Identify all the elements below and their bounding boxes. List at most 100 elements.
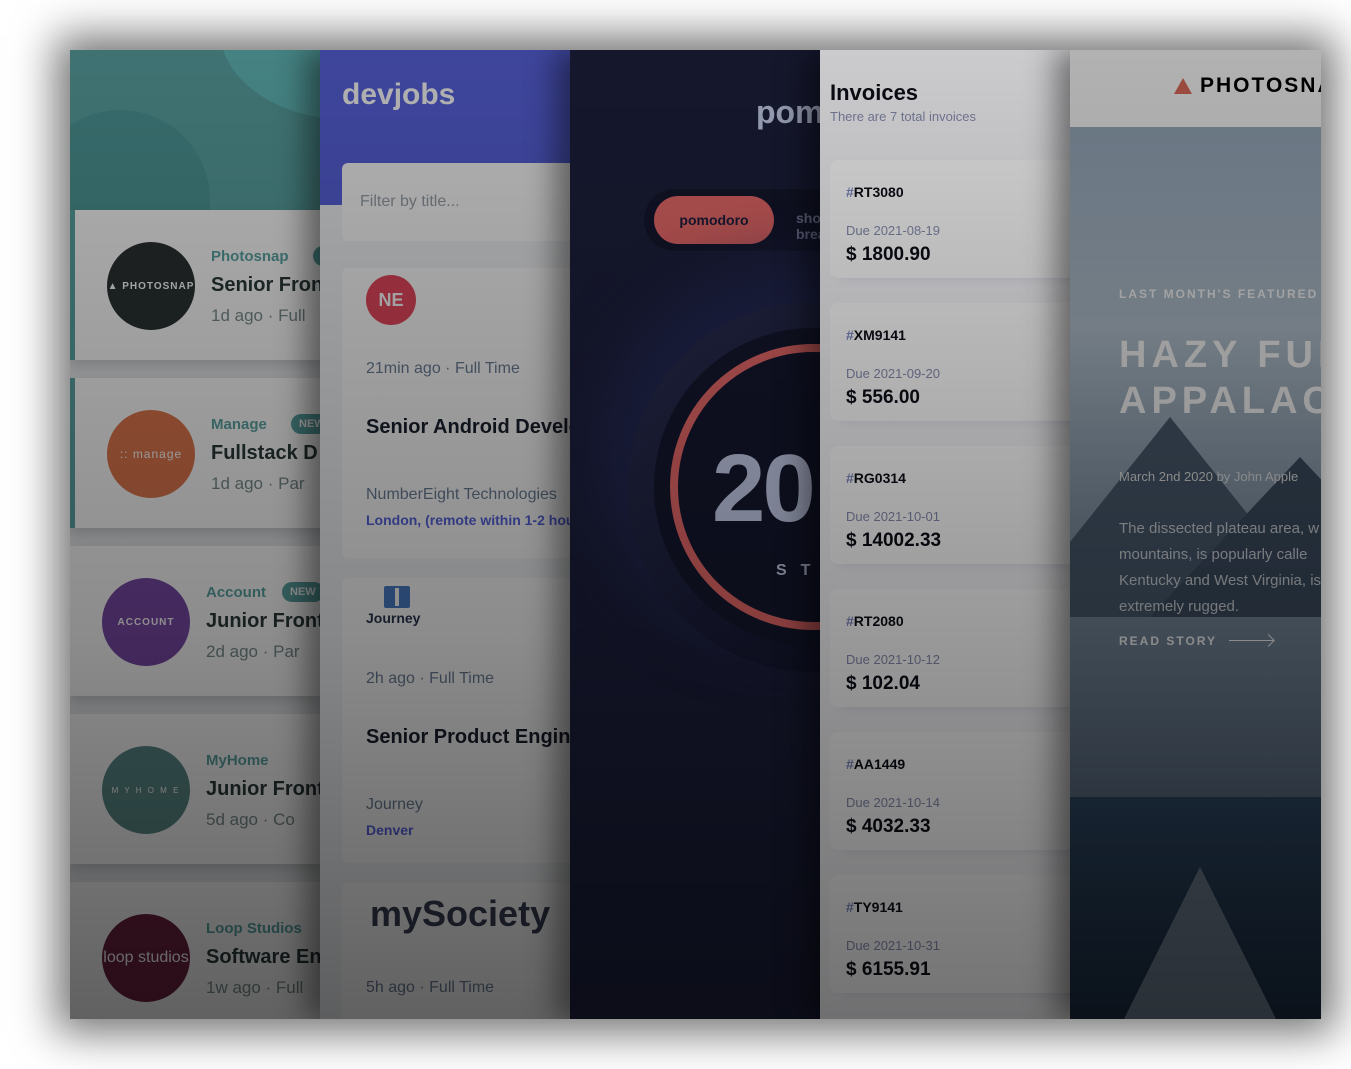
photosnap-panel: PHOTOSNAP LAST MONTH'S FEATURED S HAZY F… [1070,50,1321,1019]
invoice-amount: $ 1800.90 [846,244,931,265]
company-name: Manage [211,416,267,433]
invoice-id: #AA1449 [846,756,906,772]
job-listings-header [70,50,320,210]
job-position[interactable]: Junior Front [206,778,320,801]
invoice-count: There are 7 total invoices [830,109,976,124]
featured-label: LAST MONTH'S FEATURED S [1119,287,1321,301]
new-badge: NEW [291,414,320,434]
invoice-amount: $ 4032.33 [846,816,931,837]
header-decoration [220,50,320,120]
tab-pomodoro[interactable]: pomodoro [654,196,774,244]
filter-placeholder: Filter by title... [360,193,460,210]
job-meta: 21min ago · Full Time [366,360,520,377]
invoice-due: Due 2021-10-14 [846,795,940,810]
invoice-card[interactable]: #RG0314 Due 2021-10-01 $ 14002.33 [830,446,1070,564]
job-location: Denver [366,822,414,838]
company-logo: :: manage [107,410,195,498]
job-position[interactable]: Software En [206,946,320,969]
job-card-account[interactable]: ACCOUNT Account NEW Junior Front 2d ago … [70,546,320,696]
devjobs-logo[interactable]: devjobs [342,78,455,112]
arrow-right-icon[interactable] [1229,640,1273,641]
tab-short-break[interactable]: short break [796,210,820,242]
job-meta: 1w ago · Full [206,978,304,997]
story-title-line: HAZY FUL [1119,334,1321,376]
job-listings-panel: ▲ PHOTOSNAP Photosnap N Senior Fron 1d a… [70,50,320,1019]
company-name: Loop Studios [206,920,302,937]
company-name: Account [206,584,266,601]
invoice-card[interactable]: #RT2080 Due 2021-10-12 $ 102.04 [830,589,1070,707]
job-title[interactable]: Senior Android Develo [366,416,570,439]
invoice-due: Due 2021-09-20 [846,366,940,381]
job-title[interactable]: Senior Product Engine [366,726,570,749]
company-name: MyHome [206,752,269,769]
company-logo: M Y H O M E [102,746,190,834]
job-meta: 5h ago · Full Time [366,979,495,996]
filter-input[interactable]: Filter by title... [342,163,570,241]
new-badge: NEW [282,582,320,602]
story-description: The dissected plateau area, w mountains,… [1119,520,1321,615]
job-card-loop-studios[interactable]: loop studios Loop Studios Software En 1w… [70,882,320,1019]
journey-logo: Journey [362,586,432,636]
page-title: Invoices [830,80,919,105]
job-position[interactable]: Senior Fron [211,274,320,297]
company-name: Journey [366,796,423,813]
company-logo: ACCOUNT [102,578,190,666]
job-card[interactable]: NE 21min ago · Full Time Senior Android … [342,268,570,558]
invoice-card[interactable]: #AA1449 Due 2021-10-14 $ 4032.33 [830,732,1070,850]
story-title: HAZY FUL APPALAC [1119,332,1321,424]
job-card-myhome[interactable]: M Y H O M E MyHome Junior Front 5d ago ·… [70,714,320,864]
job-meta: 1d ago · Par [211,474,305,493]
job-meta: 2d ago · Par [206,642,300,661]
job-card-photosnap[interactable]: ▲ PHOTOSNAP Photosnap N Senior Fron 1d a… [70,210,320,360]
mysociety-logo: mySociety [370,893,551,934]
timer-display: 20 [712,435,816,542]
company-name: Photosnap [211,248,289,265]
invoice-amount: $ 6155.91 [846,959,931,980]
journey-logo-text: Journey [366,610,421,626]
invoice-id: #RT3080 [846,184,904,200]
invoice-id: #TY9141 [846,899,903,915]
invoice-amount: $ 102.04 [846,673,920,694]
company-logo: loop studios [102,914,190,1002]
company-logo: ▲ PHOTOSNAP [107,242,195,330]
job-position[interactable]: Fullstack D [211,442,318,465]
company-logo: NE [366,275,416,325]
invoice-amount: $ 556.00 [846,387,920,408]
job-location: London, (remote within 1-2 hou [366,512,570,528]
app-collage: ▲ PHOTOSNAP Photosnap N Senior Fron 1d a… [70,50,1321,1019]
job-meta: 2h ago · Full Time [366,670,495,687]
invoices-panel: Invoices There are 7 total invoices #RT3… [820,50,1070,1019]
invoice-due: Due 2021-10-01 [846,509,940,524]
job-meta: 1d ago · Full [211,306,306,325]
hero-image [1070,127,1321,797]
header-decoration [70,110,210,210]
story-date: March 2nd 2020 by John Apple [1119,469,1299,484]
invoice-card[interactable]: #XM9141 Due 2021-09-20 $ 556.00 [830,303,1070,421]
invoice-card[interactable]: #RT3080 Due 2021-08-19 $ 1800.90 [830,160,1070,278]
invoice-id: #XM9141 [846,327,906,343]
photosnap-logo[interactable]: PHOTOSNAP [1200,74,1321,98]
job-meta: 5d ago · Co [206,810,295,829]
pomodoro-logo: pomodoro [756,94,820,130]
invoice-id: #RG0314 [846,470,906,486]
invoice-amount: $ 14002.33 [846,530,942,551]
pomodoro-panel: pomodoro pomodoro short break 20 START [570,50,820,1019]
job-card[interactable]: mySociety 5h ago · Full Time [342,883,570,1019]
photosnap-navbar: PHOTOSNAP [1070,50,1321,127]
job-card[interactable]: Journey 2h ago · Full Time Senior Produc… [342,578,570,863]
invoice-due: Due 2021-08-19 [846,223,940,238]
new-badge: N [313,246,320,266]
job-position[interactable]: Junior Front [206,610,320,633]
start-button[interactable]: START [776,562,820,580]
invoice-due: Due 2021-10-31 [846,938,940,953]
read-story-link[interactable]: READ STORY [1119,634,1217,648]
mountain-shape [1120,867,1280,1019]
job-card-manage[interactable]: :: manage Manage NEW Fullstack D 1d ago … [70,378,320,528]
triangle-logo-icon [1174,78,1192,94]
invoice-due: Due 2021-10-12 [846,652,940,667]
invoice-id: #RT2080 [846,613,904,629]
devjobs-panel: devjobs Filter by title... NE 21min ago … [320,50,570,1019]
invoice-card[interactable]: #TY9141 Due 2021-10-31 $ 6155.91 [830,875,1070,993]
secondary-image [1070,797,1321,1019]
story-title-line: APPALAC [1119,380,1321,422]
